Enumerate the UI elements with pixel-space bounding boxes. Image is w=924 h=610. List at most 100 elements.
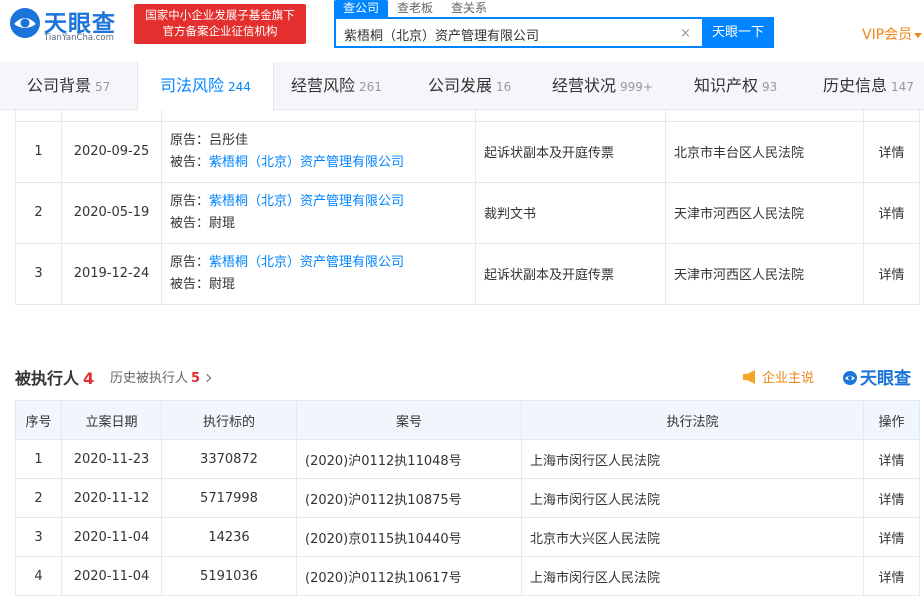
tab-count: 147 bbox=[891, 80, 914, 94]
plaintiff-name: 吕彤佳 bbox=[209, 132, 249, 148]
row-number: 2 bbox=[15, 181, 62, 244]
tab-count: 93 bbox=[762, 80, 778, 94]
defendant-label: 被告： bbox=[170, 215, 210, 231]
table-header-row: 序号 立案日期 执行标的 案号 执行法院 操作 bbox=[15, 400, 920, 440]
watermark-logo: 天眼查 bbox=[842, 364, 911, 389]
row-parties: 原告：紫梧桐（北京）资产管理有限公司 被告：尉琨 bbox=[161, 242, 476, 305]
tab-history-info[interactable]: 历史信息 147 bbox=[823, 62, 914, 110]
table-row: 3 2020-11-04 14236 (2020)京0115执10440号 北京… bbox=[15, 517, 920, 557]
table-row: 4 2020-11-04 5191036 (2020)沪0112执10617号 … bbox=[15, 556, 920, 596]
defendant-name: 尉琨 bbox=[209, 276, 236, 292]
row-doc-type: 起诉状副本及开庭传票 bbox=[475, 120, 666, 183]
tab-search-boss[interactable]: 查老板 bbox=[388, 0, 442, 17]
table-row: 2 2020-05-19 原告：紫梧桐（北京）资产管理有限公司 被告：尉琨 裁判… bbox=[15, 181, 920, 244]
tab-operating-risk[interactable]: 经营风险 261 bbox=[291, 62, 382, 110]
plaintiff-link[interactable]: 紫梧桐（北京）资产管理有限公司 bbox=[209, 255, 404, 270]
detail-link[interactable]: 详情 bbox=[863, 556, 920, 596]
row-court: 上海市闵行区人民法院 bbox=[521, 478, 864, 518]
search-button[interactable]: 天眼一下 bbox=[702, 17, 774, 48]
search-input[interactable]: 紫梧桐（北京）资产管理有限公司 bbox=[334, 17, 702, 48]
row-amount: 5717998 bbox=[161, 478, 297, 518]
row-case-no: (2020)京0115执10440号 bbox=[296, 517, 522, 557]
section-title-text: 被执行人 bbox=[15, 369, 80, 388]
history-label: 历史被执行人 bbox=[110, 371, 189, 386]
official-badge[interactable]: 国家中小企业发展子基金旗下 官方备案企业征信机构 bbox=[134, 4, 306, 44]
tab-label: 司法风险 bbox=[160, 76, 225, 95]
tab-company-background[interactable]: 公司背景 57 bbox=[27, 62, 110, 110]
history-count: 5 bbox=[191, 371, 201, 386]
tab-label: 经营风险 bbox=[291, 76, 356, 95]
tab-label: 历史信息 bbox=[823, 76, 888, 95]
row-number: 3 bbox=[15, 242, 62, 305]
row-date: 2020-11-12 bbox=[61, 478, 162, 518]
tab-search-company[interactable]: 查公司 bbox=[334, 0, 389, 17]
detail-link[interactable]: 详情 bbox=[863, 439, 920, 479]
row-date: 2020-09-25 bbox=[61, 120, 162, 183]
row-court: 天津市河西区人民法院 bbox=[665, 181, 864, 244]
eye-logo-icon bbox=[10, 8, 40, 38]
col-header-case-no: 案号 bbox=[296, 400, 522, 440]
row-date: 2020-11-23 bbox=[61, 439, 162, 479]
owner-says-label: 企业主说 bbox=[762, 371, 815, 386]
tab-company-development[interactable]: 公司发展 16 bbox=[428, 62, 511, 110]
tianyancha-logo[interactable]: 天眼查 TianYanCha.com bbox=[8, 4, 126, 46]
col-header-no: 序号 bbox=[15, 400, 62, 440]
badge-line-1: 国家中小企业发展子基金旗下 bbox=[145, 8, 295, 22]
defendant-link[interactable]: 紫梧桐（北京）资产管理有限公司 bbox=[209, 155, 404, 170]
row-number: 1 bbox=[15, 120, 62, 183]
row-number: 4 bbox=[15, 556, 62, 596]
row-court: 上海市闵行区人民法院 bbox=[521, 439, 864, 479]
tab-intellectual-property[interactable]: 知识产权 93 bbox=[694, 62, 777, 110]
lawsuit-table: 1 2020-09-25 原告：吕彤佳 被告：紫梧桐（北京）资产管理有限公司 起… bbox=[15, 110, 920, 305]
clear-icon[interactable]: × bbox=[680, 26, 691, 41]
tab-operating-status[interactable]: 经营状况 999+ bbox=[552, 62, 653, 110]
defendant-name: 尉琨 bbox=[209, 215, 236, 231]
tab-search-relation[interactable]: 查关系 bbox=[442, 0, 496, 17]
plaintiff-label: 原告： bbox=[170, 254, 210, 270]
row-amount: 5191036 bbox=[161, 556, 297, 596]
detail-link[interactable]: 详情 bbox=[863, 120, 920, 183]
row-case-no: (2020)沪0112执10617号 bbox=[296, 556, 522, 596]
vip-menu[interactable]: VIP会员 bbox=[862, 24, 923, 44]
row-court: 天津市河西区人民法院 bbox=[665, 242, 864, 305]
tab-count: 244 bbox=[228, 80, 251, 94]
row-date: 2020-11-04 bbox=[61, 556, 162, 596]
section-title: 被执行人 4 bbox=[15, 365, 94, 389]
section-nav: 公司背景 57 司法风险 244 经营风险 261 公司发展 16 经营状况 999+ 知… bbox=[0, 62, 924, 111]
detail-link[interactable]: 详情 bbox=[863, 181, 920, 244]
row-date: 2020-05-19 bbox=[61, 181, 162, 244]
row-doc-type: 裁判文书 bbox=[475, 181, 666, 244]
detail-link[interactable]: 详情 bbox=[863, 478, 920, 518]
history-executed-link[interactable]: 历史被执行人 5 bbox=[110, 367, 212, 386]
row-number: 3 bbox=[15, 517, 62, 557]
row-case-no: (2020)沪0112执11048号 bbox=[296, 439, 522, 479]
executed-table: 序号 立案日期 执行标的 案号 执行法院 操作 1 2020-11-23 337… bbox=[15, 400, 920, 596]
chevron-right-icon bbox=[202, 373, 212, 383]
row-court: 上海市闵行区人民法院 bbox=[521, 556, 864, 596]
plaintiff-link[interactable]: 紫梧桐（北京）资产管理有限公司 bbox=[209, 194, 404, 209]
section-count: 4 bbox=[83, 369, 95, 388]
row-case-no: (2020)沪0112执10875号 bbox=[296, 478, 522, 518]
row-doc-type: 起诉状副本及开庭传票 bbox=[475, 242, 666, 305]
vip-label: VIP会员 bbox=[862, 27, 913, 43]
row-amount: 3370872 bbox=[161, 439, 297, 479]
megaphone-icon bbox=[743, 370, 755, 384]
tab-label: 公司背景 bbox=[27, 76, 92, 95]
table-row: 1 2020-11-23 3370872 (2020)沪0112执11048号 … bbox=[15, 439, 920, 479]
tab-label: 知识产权 bbox=[694, 76, 759, 95]
tab-judicial-risk[interactable]: 司法风险 244 bbox=[137, 62, 274, 111]
badge-line-2: 官方备案企业征信机构 bbox=[162, 24, 278, 38]
tab-label: 经营状况 bbox=[552, 76, 617, 95]
row-court: 北京市大兴区人民法院 bbox=[521, 517, 864, 557]
defendant-label: 被告： bbox=[170, 276, 210, 292]
row-parties: 原告：紫梧桐（北京）资产管理有限公司 被告：尉琨 bbox=[161, 181, 476, 244]
search-tabs: 查公司 查老板 查关系 bbox=[334, 0, 496, 17]
chevron-down-icon bbox=[914, 32, 923, 38]
owner-says-link[interactable]: 企业主说 bbox=[742, 367, 814, 386]
detail-link[interactable]: 详情 bbox=[863, 517, 920, 557]
eye-logo-icon bbox=[843, 371, 857, 385]
detail-link[interactable]: 详情 bbox=[863, 242, 920, 305]
tab-count: 16 bbox=[496, 80, 512, 94]
table-row: 1 2020-09-25 原告：吕彤佳 被告：紫梧桐（北京）资产管理有限公司 起… bbox=[15, 120, 920, 183]
row-parties: 原告：吕彤佳 被告：紫梧桐（北京）资产管理有限公司 bbox=[161, 120, 476, 183]
